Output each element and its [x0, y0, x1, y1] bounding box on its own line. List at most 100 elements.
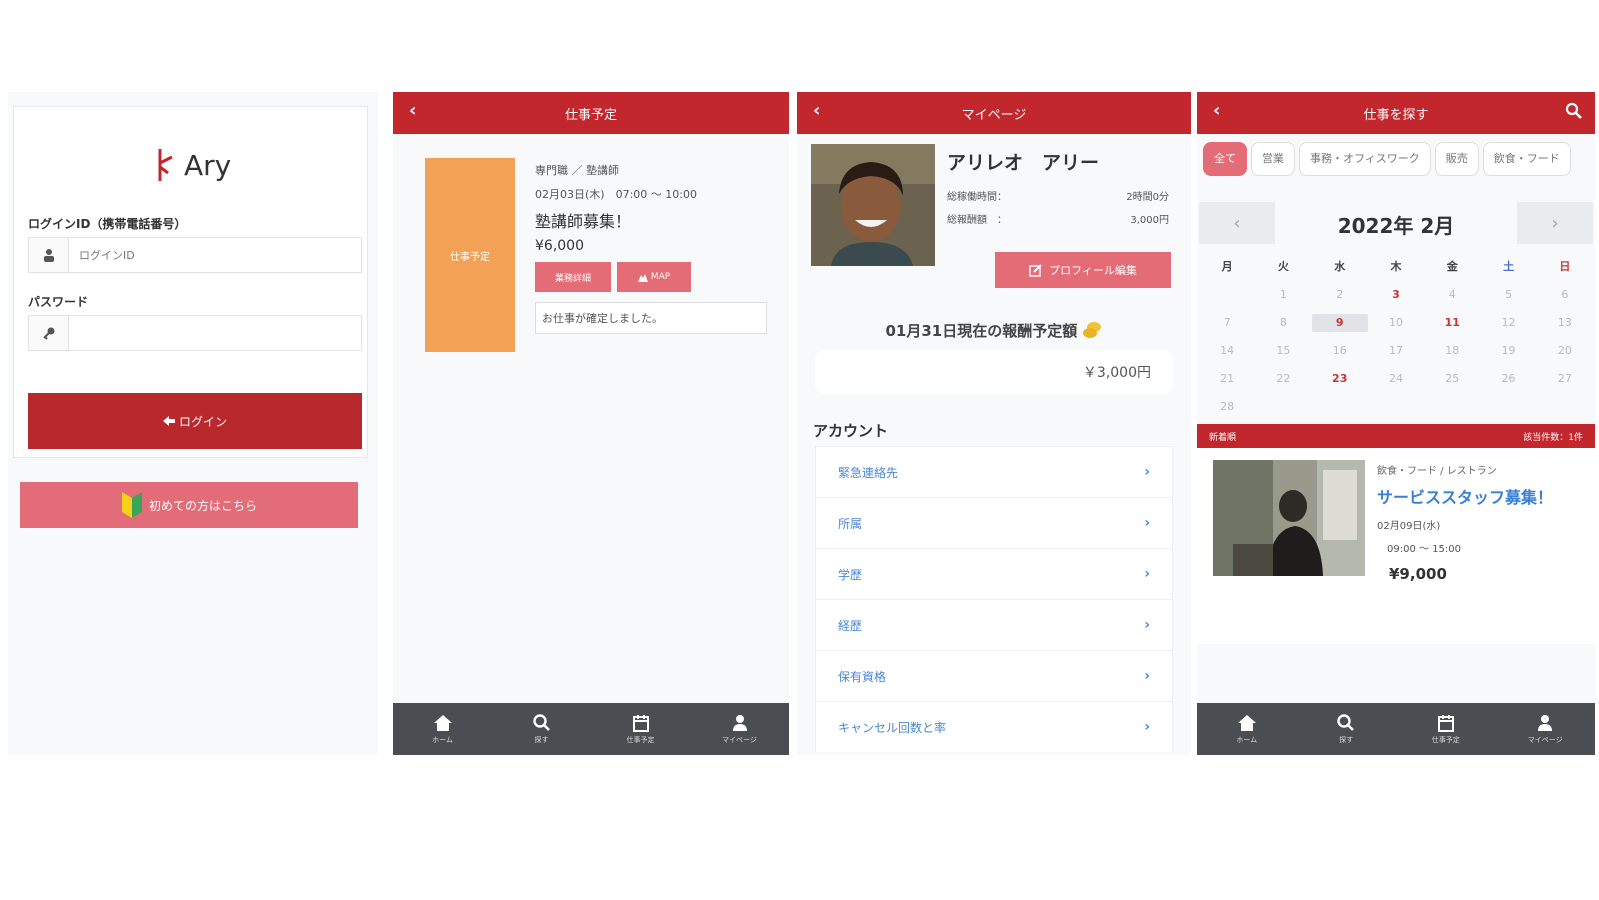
- next-month-button[interactable]: ›: [1517, 202, 1593, 244]
- calendar-day[interactable]: 9: [1311, 314, 1368, 332]
- calendar-day[interactable]: 14: [1199, 342, 1255, 360]
- schedule-job-info: 専門職 ／ 塾講師 02月03日(木) 07:00 〜 10:00 塾講師募集！…: [535, 162, 767, 334]
- tab-mypage[interactable]: マイページ: [690, 703, 789, 755]
- login-id-input[interactable]: [69, 238, 361, 272]
- chip-retail[interactable]: 販売: [1434, 142, 1479, 176]
- schedule-header-title: 仕事予定: [564, 107, 617, 123]
- account-item-emergency-contact[interactable]: 緊急連絡先 ›: [815, 446, 1173, 497]
- back-icon[interactable]: ‹: [1213, 100, 1220, 121]
- calendar-day[interactable]: 27: [1537, 370, 1593, 388]
- login-arrow-icon: [162, 416, 175, 426]
- calendar-day[interactable]: 25: [1424, 370, 1480, 388]
- account-item-career[interactable]: 経歴 ›: [815, 599, 1173, 650]
- calendar-day[interactable]: 20: [1537, 342, 1593, 360]
- home-icon: [433, 714, 452, 731]
- calendar-day[interactable]: 23: [1312, 370, 1368, 388]
- job-detail-button[interactable]: 業務詳細: [535, 262, 611, 292]
- bottom-tabbar: ホーム 探す 仕事予定 マイページ: [1197, 703, 1595, 755]
- profile-name: アリレオ アリー: [947, 152, 1100, 174]
- chip-food[interactable]: 飲食・フード: [1482, 142, 1571, 176]
- first-time-button[interactable]: 初めての方はこちら: [20, 482, 358, 528]
- tab-home-label: ホーム: [432, 735, 453, 744]
- calendar-day[interactable]: 8: [1255, 314, 1311, 332]
- chevron-right-icon: ›: [1144, 566, 1150, 582]
- reward-title-text: 01月31日現在の報酬予定額: [885, 322, 1078, 340]
- map-button[interactable]: MAP: [617, 262, 691, 292]
- account-item-cancellation-rate[interactable]: キャンセル回数と率 ›: [815, 701, 1173, 752]
- account-item-education[interactable]: 学歴 ›: [815, 548, 1173, 599]
- calendar-day[interactable]: 17: [1368, 342, 1424, 360]
- result-count: 該当件数：1件: [1523, 432, 1583, 443]
- account-item-label: 経歴: [838, 618, 863, 633]
- password-field[interactable]: [28, 315, 362, 351]
- back-icon[interactable]: ‹: [409, 100, 416, 121]
- sort-order[interactable]: 新着順: [1209, 430, 1236, 443]
- weekday-label: 金: [1446, 260, 1458, 273]
- search-icon: [532, 713, 550, 731]
- calendar-day[interactable]: 3: [1368, 286, 1424, 304]
- calendar-grid: 月火水木金土日 1 2 3 4 5 6 7 8 9 10 11 12 13 14 15 16 17 18 19 20 21…: [1199, 258, 1593, 416]
- calendar-day[interactable]: 16: [1312, 342, 1368, 360]
- calendar-day[interactable]: 4: [1424, 286, 1480, 304]
- account-item-affiliation[interactable]: 所属 ›: [815, 497, 1173, 548]
- login-button[interactable]: ログイン: [28, 393, 362, 449]
- calendar-day[interactable]: 7: [1199, 314, 1255, 332]
- calendar-day[interactable]: 22: [1255, 370, 1311, 388]
- schedule-job-card[interactable]: 仕事予定 専門職 ／ 塾講師 02月03日(木) 07:00 〜 10:00 塾…: [425, 158, 767, 354]
- calendar-day[interactable]: 13: [1537, 314, 1593, 332]
- mypage-header: ‹ マイページ: [797, 92, 1191, 134]
- login-id-label: ログインID（携帯電話番号）: [28, 217, 187, 231]
- tab-search-label: 探す: [534, 735, 549, 744]
- chip-office[interactable]: 事務・オフィスワーク: [1299, 142, 1431, 176]
- map-button-label: MAP: [650, 272, 671, 282]
- calendar-day[interactable]: 5: [1480, 286, 1536, 304]
- tab-schedule[interactable]: 仕事予定: [591, 703, 690, 755]
- logo-text: Ary: [184, 148, 232, 182]
- category-chips: 全て 営業 事務・オフィスワーク 販売 飲食・フード: [1197, 142, 1595, 182]
- calendar-day[interactable]: 21: [1199, 370, 1255, 388]
- search-icon[interactable]: [1565, 102, 1583, 120]
- account-item-qualifications[interactable]: 保有資格 ›: [815, 650, 1173, 701]
- calendar-icon: [1437, 714, 1454, 732]
- tab-search-label: 探す: [1339, 735, 1354, 744]
- avatar: [811, 144, 935, 266]
- calendar-day[interactable]: 28: [1199, 398, 1255, 416]
- account-item-label: 保有資格: [838, 669, 887, 684]
- reward-amount: ￥3,000円: [815, 350, 1173, 394]
- calendar-day[interactable]: 18: [1424, 342, 1480, 360]
- tab-home[interactable]: ホーム: [393, 703, 492, 755]
- home-icon: [1237, 714, 1256, 731]
- tab-home[interactable]: ホーム: [1197, 703, 1297, 755]
- chevron-right-icon: ›: [1144, 464, 1150, 480]
- calendar-day[interactable]: 2: [1312, 286, 1368, 304]
- calendar-day[interactable]: 15: [1255, 342, 1311, 360]
- job-date: 02月09日(水): [1377, 521, 1441, 532]
- back-icon[interactable]: ‹: [813, 100, 820, 121]
- password-input[interactable]: [69, 316, 361, 350]
- calendar-header: ‹ 2022年 2月 ›: [1197, 202, 1595, 244]
- calendar-day[interactable]: 10: [1368, 314, 1424, 332]
- calendar-day[interactable]: 1: [1255, 286, 1311, 304]
- tab-schedule[interactable]: 仕事予定: [1396, 703, 1496, 755]
- search-screen: ‹ 仕事を探す 全て 営業 事務・オフィスワーク 販売 飲食・フード ‹ 2022年 2…: [1197, 92, 1595, 755]
- job-title[interactable]: サービススタッフ募集！: [1377, 485, 1585, 511]
- calendar-day[interactable]: 6: [1537, 286, 1593, 304]
- job-list-item[interactable]: 飲食・フード / レストラン サービススタッフ募集！ 02月09日(水) 09:…: [1197, 448, 1595, 644]
- calendar-blank: [1199, 286, 1255, 304]
- calendar-day[interactable]: 11: [1424, 314, 1480, 332]
- chip-all[interactable]: 全て: [1203, 142, 1247, 176]
- calendar-day[interactable]: 26: [1480, 370, 1536, 388]
- chip-sales[interactable]: 営業: [1251, 142, 1295, 176]
- weekday-label: 土: [1503, 260, 1515, 273]
- calendar-day[interactable]: 19: [1480, 342, 1536, 360]
- tab-mypage-label: マイページ: [1527, 735, 1563, 744]
- stat-value: 3,000円: [1130, 215, 1169, 226]
- login-id-field[interactable]: [28, 237, 362, 273]
- tab-search[interactable]: 探す: [1297, 703, 1397, 755]
- edit-profile-button[interactable]: プロフィール編集: [995, 252, 1171, 288]
- calendar-day[interactable]: 12: [1480, 314, 1536, 332]
- tab-search[interactable]: 探す: [492, 703, 591, 755]
- calendar-day[interactable]: 24: [1368, 370, 1424, 388]
- job-time: 09:00 〜 15:00: [1387, 544, 1461, 555]
- tab-mypage[interactable]: マイページ: [1496, 703, 1596, 755]
